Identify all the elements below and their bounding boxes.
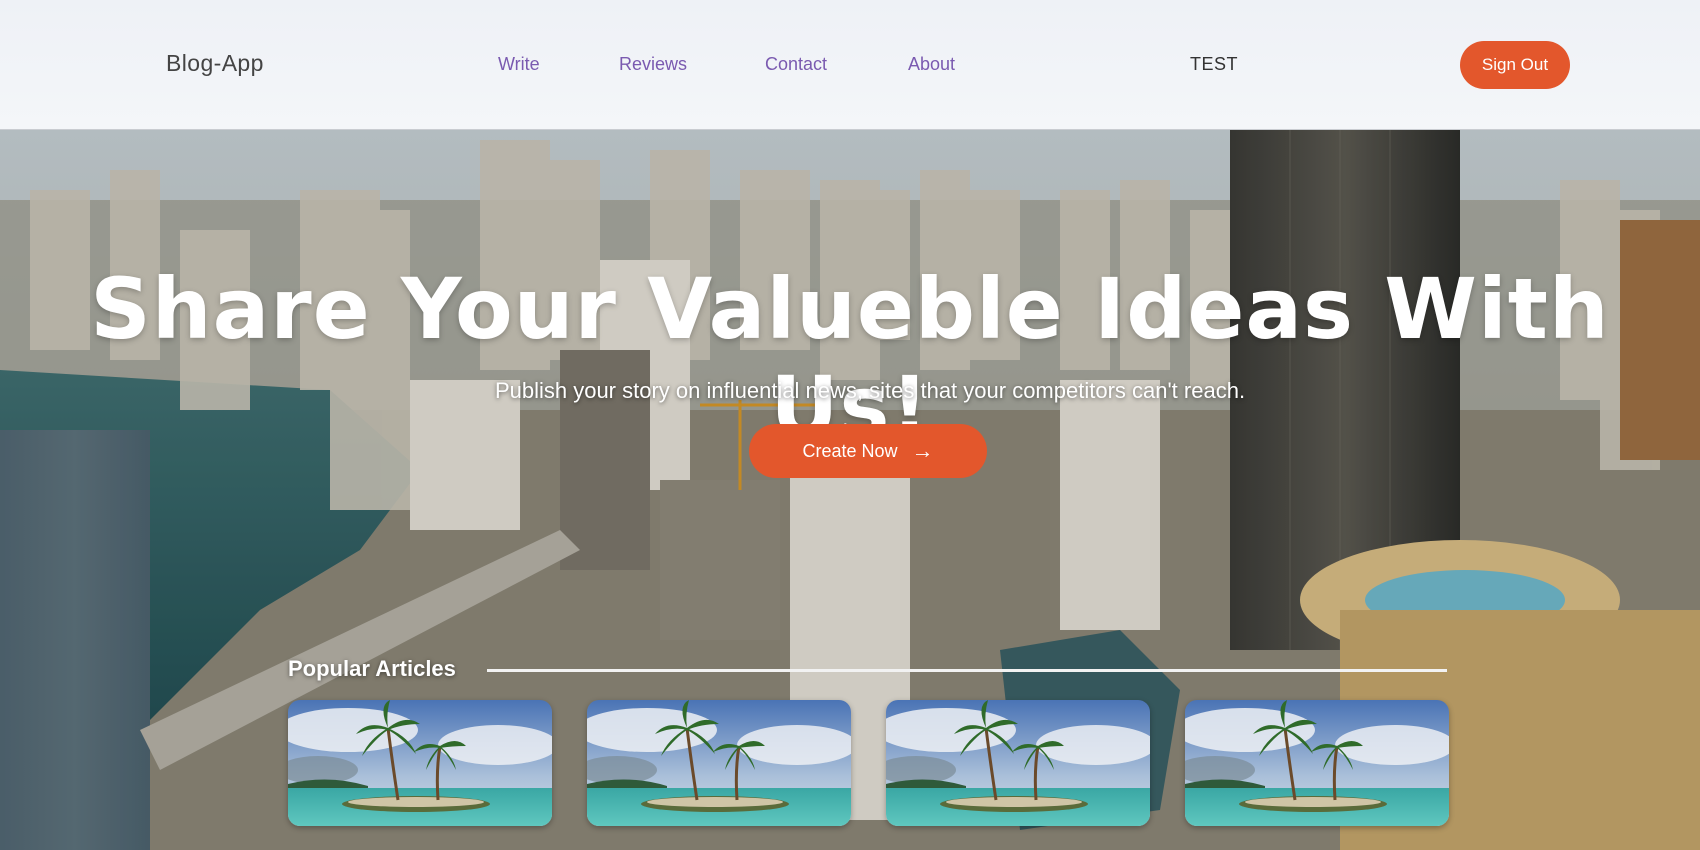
user-name: TEST [1190,54,1239,74]
nav-link-contact[interactable]: Contact [765,54,827,75]
create-now-button[interactable]: Create Now → [749,424,987,478]
create-now-label: Create Now [802,440,898,461]
arrow-right-icon: → [911,438,934,463]
nav-link-reviews[interactable]: Reviews [619,54,687,75]
palm-island-image [1185,700,1449,826]
palm-island-image [288,700,552,826]
article-card[interactable] [1185,700,1449,826]
navbar: Blog-App Write Reviews Contact About TES… [0,0,1700,130]
sign-out-button[interactable]: Sign Out [1460,41,1570,89]
palm-island-image [886,700,1150,826]
nav-link-about[interactable]: About [908,54,955,75]
article-card[interactable] [886,700,1150,826]
article-card[interactable] [587,700,851,826]
article-card[interactable] [288,700,552,826]
hero-subheadline: Publish your story on influential news, … [494,378,1246,403]
popular-articles-heading: Popular Articles [288,656,456,681]
section-divider [487,669,1447,672]
palm-island-image [587,700,851,826]
nav-link-write[interactable]: Write [498,54,540,75]
hero-section: Share Your Valueble Ideas With Us! Publi… [0,130,1700,850]
popular-articles-list [288,700,1449,826]
brand-logo[interactable]: Blog-App [166,50,264,77]
